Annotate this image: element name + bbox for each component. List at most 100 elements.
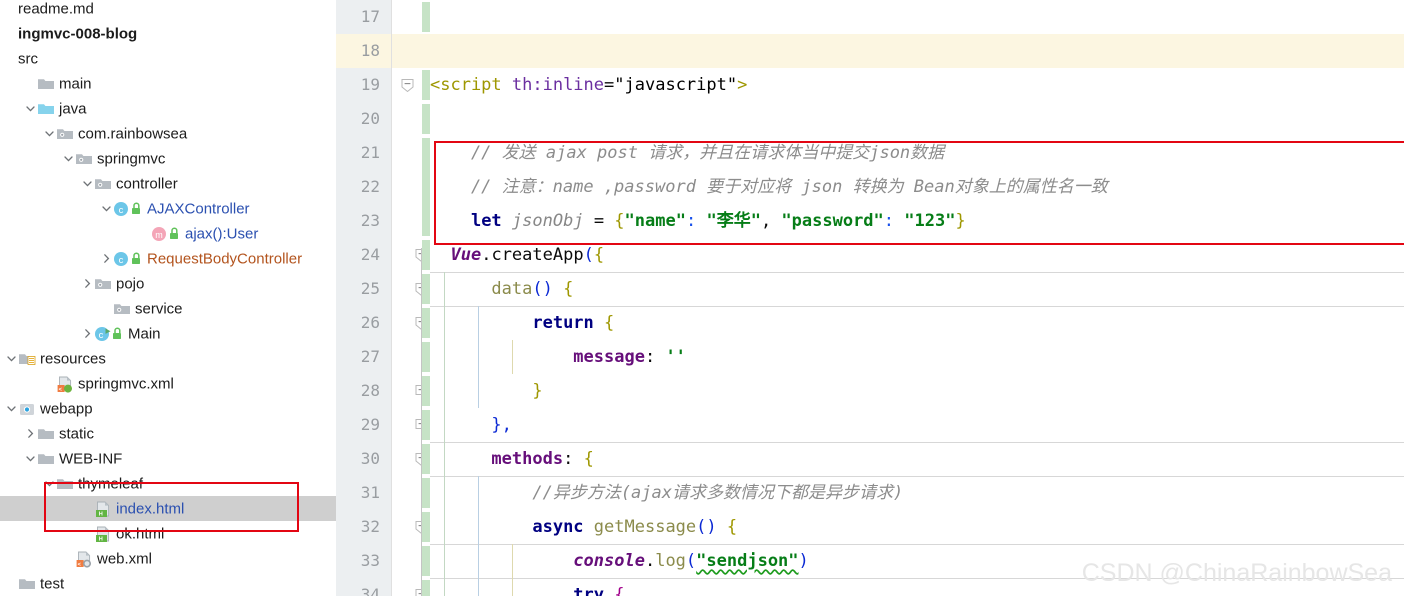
tree-item[interactable]: src [0,46,336,71]
line-number[interactable]: 31 [336,476,380,510]
line-number[interactable]: 34 [336,578,380,596]
code-line[interactable]: message: '' [430,340,686,374]
tree-item[interactable]: c RequestBodyController [0,246,336,271]
tree-item[interactable]: java [0,96,336,121]
code-line[interactable]: let jsonObj = {"name": "李华", "password":… [430,204,966,238]
chevron-down-icon[interactable] [4,347,18,372]
code-line[interactable]: console.log("sendjson") [430,544,808,578]
tree-item[interactable]: Hok.html [0,521,336,546]
line-number[interactable]: 25 [336,272,380,306]
line-number[interactable]: 27 [336,340,380,374]
code-line[interactable]: async getMessage() { [430,510,737,544]
code-line[interactable]: } [430,374,542,408]
line-number[interactable]: 21 [336,136,380,170]
svg-text:c: c [119,255,124,266]
vcs-added-marker [422,274,430,304]
code-token: : [563,449,584,469]
vcs-added-marker [422,478,430,508]
vcs-added-marker [422,512,430,542]
vcs-added-marker [422,580,430,596]
line-number[interactable]: 17 [336,0,380,34]
tree-item-selected[interactable]: Hindex.html [0,496,336,521]
code-line[interactable]: data() { [430,272,573,306]
tree-item[interactable]: test [0,571,336,596]
line-number[interactable]: 20 [336,102,380,136]
chevron-down-icon[interactable] [42,122,56,147]
code-line[interactable]: }, [430,408,511,442]
code-line[interactable]: return { [430,306,614,340]
code-line[interactable]: // 发送 ajax post 请求，并且在请求体当中提交json数据 [430,136,944,170]
line-number[interactable]: 28 [336,374,380,408]
code-line[interactable]: <script th:inline="javascript"> [430,68,747,102]
chevron-right-icon[interactable] [99,247,113,272]
code-token: { [604,313,615,333]
tree-item[interactable]: WEB-INF [0,446,336,471]
project-tree-panel[interactable]: readme.md ingmvc-008-blog src main java com.r… [0,0,336,596]
code-token: // 注意：name ,password 要于对应将 json 转换为 Bean… [430,177,1108,197]
code-token: > [737,75,748,95]
chevron-down-icon[interactable] [23,447,37,472]
tree-item[interactable]: controller [0,171,336,196]
line-number[interactable]: 32 [336,510,380,544]
tree-scrollbar-track[interactable] [322,0,333,596]
chevron-right-icon[interactable] [80,272,94,297]
chevron-down-icon[interactable] [23,97,37,122]
tree-item-label: service [135,300,183,318]
folder-webapp-icon [18,401,37,417]
code-line[interactable]: //异步方法(ajax请求多数情况下都是异步请求) [430,476,903,510]
chevron-down-icon[interactable] [61,147,75,172]
tree-item-label: ajax():User [185,225,259,243]
chevron-down-icon[interactable] [80,172,94,197]
tree-item-label: Main [128,325,161,343]
code-line[interactable]: // 注意：name ,password 要于对应将 json 转换为 Bean… [430,170,1108,204]
code-editor[interactable]: 17 18 19 20 21 22 23 24 25 26 27 28 29 30 31 32 33 34 <sc… [336,0,1404,596]
line-number[interactable]: 22 [336,170,380,204]
tree-item[interactable]: < springmvc.xml [0,371,336,396]
chevron-down-icon[interactable] [4,397,18,422]
tree-item[interactable]: springmvc [0,146,336,171]
tree-item[interactable]: service [0,296,336,321]
tree-item-label: readme.md [18,0,94,18]
tree-item[interactable]: < web.xml [0,546,336,571]
tree-item[interactable]: static [0,421,336,446]
vcs-added-marker [422,444,430,474]
tree-item[interactable]: m ajax():User [0,221,336,246]
chevron-right-icon[interactable] [80,322,94,347]
code-token: getMessage [593,517,697,537]
line-number[interactable]: 29 [336,408,380,442]
chevron-down-icon[interactable] [42,472,56,497]
tree-item[interactable]: c Main [0,321,336,346]
code-token: : [644,347,666,367]
tree-item-label: index.html [116,500,185,518]
folder-grey-icon [37,426,56,442]
code-token: { [583,449,594,469]
line-number[interactable]: 26 [336,306,380,340]
code-token: "name" [624,211,686,231]
code-line[interactable]: try { [430,578,624,596]
code-line[interactable]: Vue.createApp({ [430,238,604,272]
tree-item[interactable]: ingmvc-008-blog [0,21,336,46]
line-number[interactable]: 18 [336,34,380,68]
tree-item[interactable]: thymeleaf [0,471,336,496]
tree-item[interactable]: webapp [0,396,336,421]
tree-item[interactable]: resources [0,346,336,371]
line-number[interactable]: 23 [336,204,380,238]
tree-item[interactable]: main [0,71,336,96]
line-number[interactable]: 30 [336,442,380,476]
fold-collapse-icon[interactable] [400,78,415,93]
tree-item[interactable]: com.rainbowsea [0,121,336,146]
line-number[interactable]: 19 [336,68,380,102]
tree-item[interactable]: c AJAXController [0,196,336,221]
chevron-down-icon[interactable] [99,197,113,222]
line-number[interactable]: 33 [336,544,380,578]
code-line[interactable]: methods: { [430,442,594,476]
chevron-right-icon[interactable] [23,422,37,447]
line-number-gutter[interactable]: 17 18 19 20 21 22 23 24 25 26 27 28 29 30 31 32 33 34 [336,0,392,596]
tree-item[interactable]: pojo [0,271,336,296]
folder-grey-icon [56,476,75,492]
line-number[interactable]: 24 [336,238,380,272]
tree-item[interactable]: readme.md [0,0,336,21]
